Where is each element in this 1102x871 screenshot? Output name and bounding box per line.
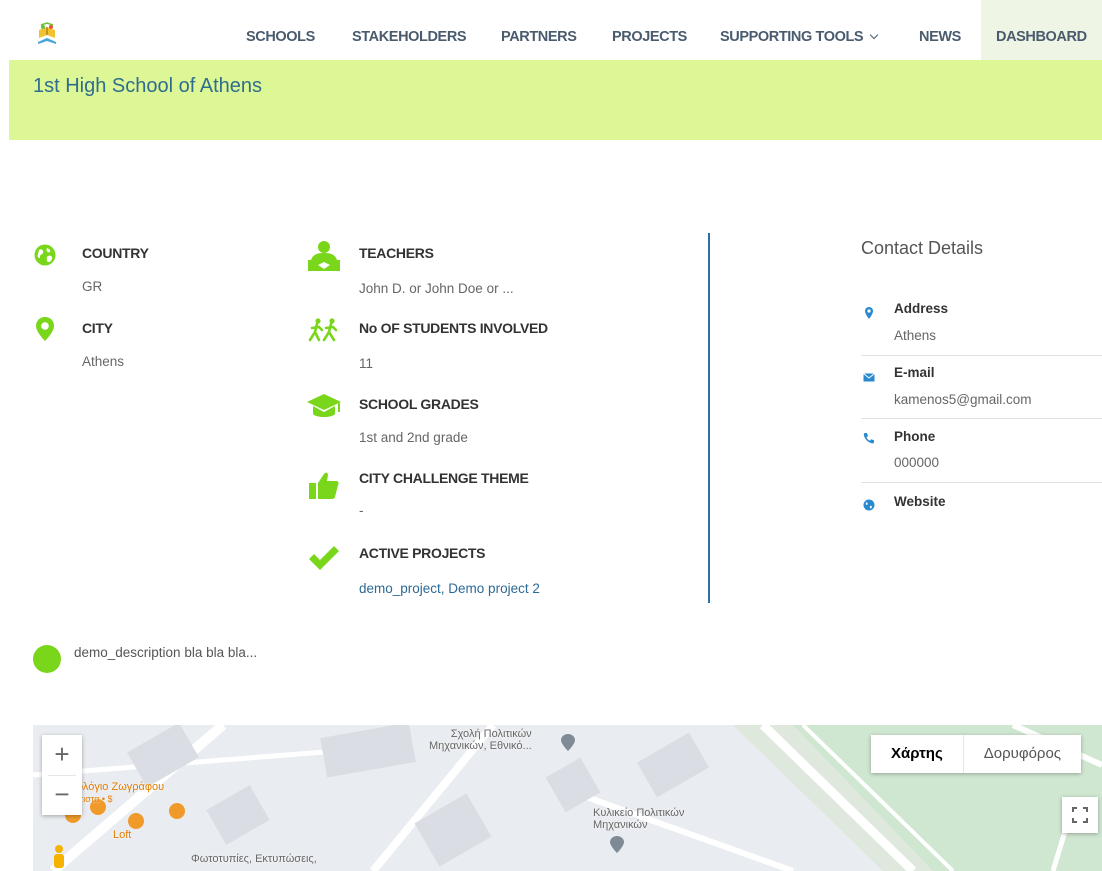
teacher-icon xyxy=(308,241,340,271)
theme-label: CITY CHALLENGE THEME xyxy=(359,470,529,486)
students-icon xyxy=(308,318,338,342)
city-value: Athens xyxy=(82,354,125,369)
nav-partners[interactable]: PARTNERS xyxy=(501,0,577,60)
website-link[interactable]: Website xyxy=(894,494,946,509)
school-banner: 1st High School of Athens xyxy=(9,60,1102,140)
zoom-separator xyxy=(48,775,76,776)
students-label: No OF STUDENTS INVOLVED xyxy=(359,320,548,336)
city-label: CITY xyxy=(82,320,113,336)
fullscreen-icon xyxy=(1072,807,1088,823)
nav-projects[interactable]: PROJECTS xyxy=(612,0,687,60)
phone-value: 000000 xyxy=(894,455,940,470)
logo-icon[interactable] xyxy=(34,22,60,46)
nav-news[interactable]: NEWS xyxy=(919,0,961,60)
phone-icon xyxy=(863,433,874,444)
theme-value: - xyxy=(359,503,364,518)
map-pin-icon xyxy=(36,317,54,341)
map-label-copies: Φωτοτυπίες, Εκτυπώσεις, xyxy=(191,853,317,865)
checkmark-icon xyxy=(309,546,339,570)
nav-supporting-tools-label: SUPPORTING TOOLS xyxy=(720,29,864,45)
nav-supporting-tools[interactable]: SUPPORTING TOOLS xyxy=(720,0,879,60)
map-type-map-button[interactable]: Χάρτης xyxy=(871,735,963,773)
grades-value: 1st and 2nd grade xyxy=(359,430,468,445)
fullscreen-button[interactable] xyxy=(1062,797,1098,833)
address-value: Athens xyxy=(894,328,937,343)
teachers-label: TEACHERS xyxy=(359,245,434,261)
zoom-in-button[interactable]: + xyxy=(42,735,82,775)
country-label: COUNTRY xyxy=(82,245,149,261)
map-view[interactable]: Σχολή Πολιτικών Μηχανικών, Εθνικό... Κυλ… xyxy=(33,725,1102,871)
column-divider xyxy=(708,233,710,603)
chevron-down-icon xyxy=(869,30,879,40)
map-label-canteen-text: Κυλικείο Πολιτικών Μηχανικών xyxy=(593,807,685,831)
contact-details-title: Contact Details xyxy=(861,238,984,258)
description-bullet xyxy=(33,645,61,673)
map-type-satellite-button[interactable]: Δορυφόρος xyxy=(964,735,1081,773)
phone-label: Phone xyxy=(894,429,936,444)
email-label: E-mail xyxy=(894,365,935,380)
map-label-canteen: Κυλικείο Πολιτικών Μηχανικών xyxy=(593,807,684,831)
projects-link[interactable]: demo_project, Demo project 2 xyxy=(359,581,540,596)
page-title: 1st High School of Athens xyxy=(33,75,263,97)
grades-label: SCHOOL GRADES xyxy=(359,396,479,412)
description-text: demo_description bla bla bla... xyxy=(74,645,258,660)
map-label-loft: Loft xyxy=(113,829,132,841)
students-value: 11 xyxy=(359,356,374,371)
top-navbar: SCHOOLS STAKEHOLDERS PARTNERS PROJECTS S… xyxy=(0,0,1102,60)
contact-divider xyxy=(861,418,1102,419)
map-label-cafe-sub: πιστα • $ xyxy=(77,794,113,804)
map-label-cafe: ολόγιο Ζωγράφου xyxy=(77,781,165,793)
country-value: GR xyxy=(82,279,103,294)
nav-stakeholders[interactable]: STAKEHOLDERS xyxy=(352,0,467,60)
location-icon xyxy=(865,307,873,319)
projects-label: ACTIVE PROJECTS xyxy=(359,545,486,561)
map-type-control: Χάρτης Δορυφόρος xyxy=(871,735,1082,773)
nav-schools[interactable]: SCHOOLS xyxy=(246,0,315,60)
email-link[interactable]: kamenos5@gmail.com xyxy=(894,392,1032,407)
website-globe-icon xyxy=(863,499,875,511)
map-label-school: Σχολή Πολιτικών Μηχανικών, Εθνικό... xyxy=(429,728,532,752)
contact-divider xyxy=(861,482,1102,483)
teachers-value: John D. or John Doe or ... xyxy=(359,281,514,296)
map-label-school-text: Σχολή Πολιτικών Μηχανικών, Εθνικό... xyxy=(429,728,532,752)
globe-icon xyxy=(34,244,56,266)
zoom-control: + − xyxy=(42,735,82,815)
contact-divider xyxy=(861,355,1102,356)
email-icon xyxy=(863,373,875,382)
thumbs-up-icon xyxy=(309,472,339,499)
graduation-cap-icon xyxy=(307,394,341,417)
address-label: Address xyxy=(894,301,949,316)
nav-dashboard[interactable]: DASHBOARD xyxy=(981,0,1102,60)
zoom-out-button[interactable]: − xyxy=(42,775,82,815)
